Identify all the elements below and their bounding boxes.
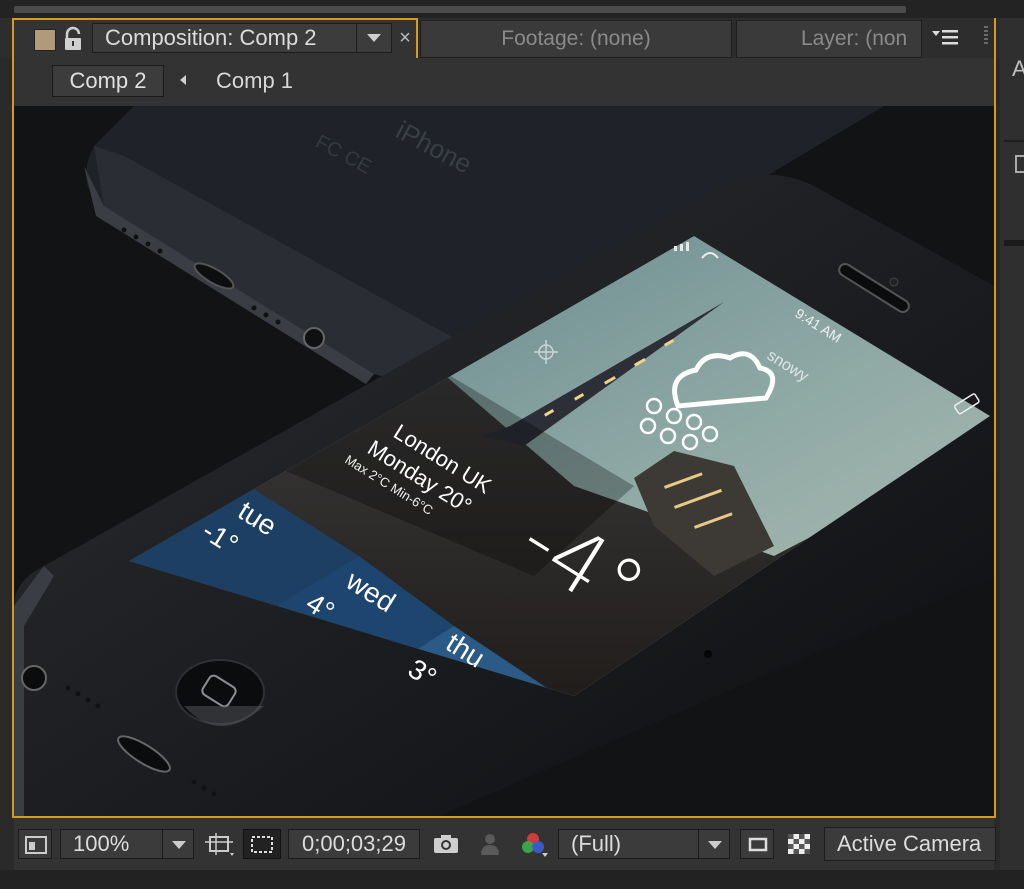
composition-tab-title[interactable]: Composition: Comp 2 xyxy=(92,23,392,53)
zoom-dropdown-button[interactable] xyxy=(162,829,194,859)
mask-visibility-button[interactable] xyxy=(243,829,281,859)
mask-icon xyxy=(251,836,273,853)
composition-dropdown-button[interactable] xyxy=(356,23,390,53)
person-icon xyxy=(481,834,499,855)
adjacent-panel xyxy=(1000,18,1024,889)
panel-divider xyxy=(1004,240,1024,246)
grid-button[interactable] xyxy=(200,829,238,859)
camera-icon xyxy=(434,835,458,853)
region-icon xyxy=(748,837,768,852)
breadcrumb-comp-parent[interactable]: Comp 1 xyxy=(216,66,293,96)
transparency-grid-button[interactable] xyxy=(784,829,814,859)
bottom-strip xyxy=(0,870,1024,889)
resolution-dropdown-button[interactable] xyxy=(698,829,730,859)
horizontal-scrollbar[interactable] xyxy=(14,6,906,13)
checkerboard-icon xyxy=(788,834,810,854)
breadcrumb-comp-current[interactable]: Comp 2 xyxy=(52,65,164,97)
close-tab-button[interactable]: × xyxy=(396,24,414,52)
always-preview-button[interactable] xyxy=(18,829,52,859)
composition-viewer[interactable]: iPhone FC CE 9:41 AM snowy London UK Mon… xyxy=(14,106,994,818)
panel-menu-icon xyxy=(932,30,958,45)
tab-footage[interactable]: Footage: (none) xyxy=(420,20,732,58)
tab-layer[interactable]: Layer: (non xyxy=(736,20,922,58)
panel-divider xyxy=(1004,140,1024,142)
current-time-field[interactable]: 0;00;03;29 xyxy=(288,829,420,859)
show-snapshot-button[interactable] xyxy=(476,829,504,859)
region-of-interest-button[interactable] xyxy=(740,829,774,859)
adjacent-panel-label: A xyxy=(1012,56,1024,81)
checkbox-icon[interactable] xyxy=(1015,155,1024,173)
snapshot-button[interactable] xyxy=(430,829,462,859)
comp-color-swatch[interactable] xyxy=(34,29,56,51)
grid-icon xyxy=(205,833,234,856)
show-channel-button[interactable] xyxy=(516,829,550,859)
lock-icon[interactable] xyxy=(62,26,84,52)
panel-menu-button[interactable] xyxy=(926,22,970,54)
dropdown-arrow-icon xyxy=(708,841,722,849)
active-camera-select[interactable]: Active Camera xyxy=(824,827,996,861)
channel-icon xyxy=(522,833,548,857)
dropdown-arrow-icon xyxy=(172,841,186,849)
chevron-left-icon xyxy=(178,72,188,88)
panel-grip-icon[interactable] xyxy=(984,26,988,46)
dropdown-arrow-icon xyxy=(367,34,381,42)
